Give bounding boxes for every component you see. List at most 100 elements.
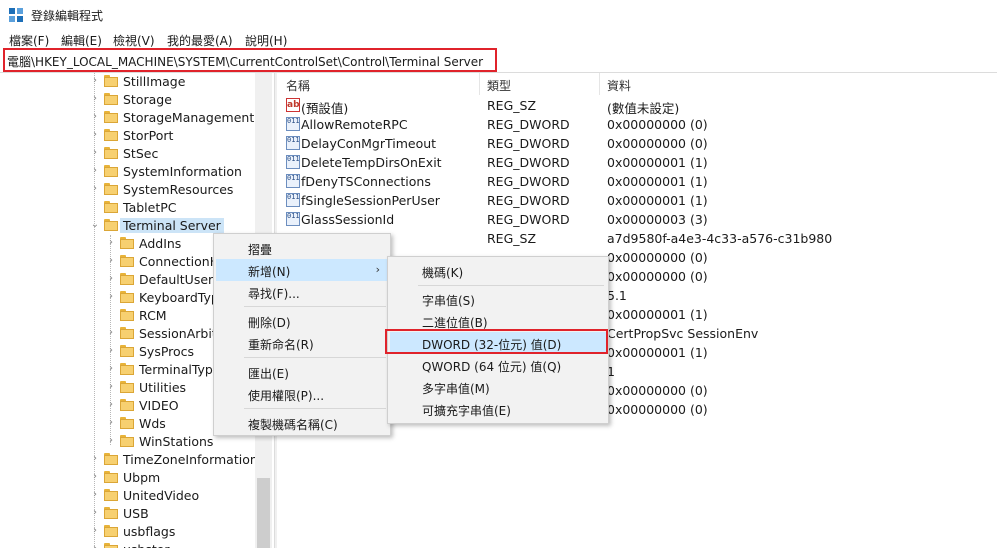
submenu-item-expandable-string-value[interactable]: 可擴充字串值(E) <box>390 398 606 420</box>
submenu-item-key[interactable]: 機碼(K) <box>390 260 606 282</box>
tree-scrollbar-thumb[interactable] <box>257 478 270 548</box>
column-header-name[interactable]: 名稱 <box>286 77 310 94</box>
submenu-item-string-value[interactable]: 字串值(S) <box>390 288 606 310</box>
chevron-right-icon[interactable]: › <box>106 417 116 429</box>
menu-separator <box>244 408 386 409</box>
folder-icon <box>104 543 118 548</box>
chevron-right-icon[interactable]: › <box>90 129 100 141</box>
tree-item-label: TimeZoneInformation <box>123 452 258 467</box>
value-name: DelayConMgrTimeout <box>301 136 437 151</box>
tree-item[interactable]: › StSec <box>93 145 255 163</box>
chevron-right-icon[interactable]: › <box>106 255 116 267</box>
folder-icon <box>104 453 118 465</box>
column-header-data[interactable]: 資料 <box>607 77 631 94</box>
chevron-right-icon[interactable]: › <box>90 543 100 548</box>
folder-icon <box>104 201 118 213</box>
tree-item[interactable]: › usbstor <box>93 541 255 548</box>
value-row[interactable]: 011 110fDenyTSConnections REG_DWORD 0x0000… <box>278 172 997 191</box>
chevron-right-icon[interactable]: › <box>106 291 116 303</box>
menu-item-label: 字串值(S) <box>422 294 475 308</box>
tree-item-label: RCM <box>139 308 167 323</box>
chevron-right-icon[interactable]: › <box>90 453 100 465</box>
chevron-right-icon[interactable]: › <box>106 381 116 393</box>
chevron-right-icon[interactable]: › <box>90 489 100 501</box>
tree-item[interactable]: › StillImage <box>93 73 255 91</box>
value-row[interactable]: 011 110GlassSessionId REG_DWORD 0x00000003… <box>278 210 997 229</box>
tree-item[interactable]: › Ubpm <box>93 469 255 487</box>
folder-icon <box>120 417 134 429</box>
folder-icon <box>120 327 134 339</box>
tree-item[interactable]: › SystemResources <box>93 181 255 199</box>
menu-view[interactable]: 檢視(V) <box>113 32 155 49</box>
tree-item-label: VIDEO <box>139 398 179 413</box>
value-row[interactable]: 011 110DeleteTempDirsOnExit REG_DWORD 0x00… <box>278 153 997 172</box>
submenu-item-qword-value[interactable]: QWORD (64 位元) 值(Q) <box>390 354 606 376</box>
tree-item[interactable]: › SystemInformation <box>93 163 255 181</box>
tree-item-label: StorageManagement <box>123 110 255 125</box>
menu-favorites[interactable]: 我的最愛(A) <box>167 32 233 49</box>
menu-item-rename[interactable]: 重新命名(R) <box>216 332 388 354</box>
tree-item[interactable]: › usbflags <box>93 523 255 541</box>
chevron-right-icon[interactable]: › <box>106 435 116 447</box>
chevron-right-icon[interactable]: › <box>106 327 116 339</box>
menu-file[interactable]: 檔案(F) <box>9 32 49 49</box>
tree-item[interactable]: › Storage <box>93 91 255 109</box>
menu-help[interactable]: 說明(H) <box>245 32 287 49</box>
menu-item-find[interactable]: 尋找(F)... <box>216 281 388 303</box>
menu-item-collapse[interactable]: 摺疊 <box>216 237 388 259</box>
chevron-right-icon[interactable]: › <box>90 111 100 123</box>
value-type: REG_SZ <box>487 231 537 246</box>
value-type: REG_DWORD <box>487 136 570 151</box>
chevron-right-icon[interactable]: › <box>106 273 116 285</box>
value-row[interactable]: 011 110AllowRemoteRPC REG_DWORD 0x00000000… <box>278 115 997 134</box>
chevron-right-icon[interactable]: › <box>90 93 100 105</box>
address-bar[interactable]: 電腦\HKEY_LOCAL_MACHINE\SYSTEM\CurrentCont… <box>3 48 497 72</box>
chevron-right-icon[interactable]: › <box>106 237 116 249</box>
folder-icon <box>120 363 134 375</box>
chevron-right-icon[interactable]: › <box>106 345 116 357</box>
column-divider[interactable] <box>599 73 600 95</box>
tree-item-label: ConnectionH <box>139 254 220 269</box>
folder-icon <box>104 165 118 177</box>
submenu-item-multi-string-value[interactable]: 多字串值(M) <box>390 376 606 398</box>
chevron-right-icon[interactable]: › <box>106 399 116 411</box>
chevron-right-icon[interactable]: › <box>90 165 100 177</box>
tree-item-label: Ubpm <box>123 470 161 485</box>
window-title: 登錄編輯程式 <box>31 9 104 23</box>
column-header-type[interactable]: 類型 <box>487 77 511 94</box>
value-row[interactable]: 011 110DelayConMgrTimeout REG_DWORD 0x0000… <box>278 134 997 153</box>
tree-item-label: usbflags <box>123 524 176 539</box>
chevron-right-icon[interactable]: › <box>90 183 100 195</box>
menu-item-export[interactable]: 匯出(E) <box>216 361 388 383</box>
tree-item-label: SysProcs <box>139 344 195 359</box>
value-row[interactable]: 011 110fSingleSessionPerUser REG_DWORD 0x0… <box>278 191 997 210</box>
chevron-down-icon[interactable]: ⌄ <box>90 219 100 231</box>
chevron-right-icon[interactable]: › <box>90 147 100 159</box>
chevron-right-icon[interactable]: › <box>90 507 100 519</box>
value-row[interactable]: ab (預設值) REG_SZ (數值未設定) <box>278 96 997 116</box>
chevron-right-icon[interactable]: › <box>90 75 100 87</box>
menu-edit[interactable]: 編輯(E) <box>61 32 102 49</box>
menu-bar: 檔案(F) 編輯(E) 檢視(V) 我的最愛(A) 說明(H) <box>0 30 997 50</box>
chevron-right-icon[interactable]: › <box>90 471 100 483</box>
folder-icon <box>104 471 118 483</box>
menu-item-delete[interactable]: 刪除(D) <box>216 310 388 332</box>
tree-item[interactable]: › StorPort <box>93 127 255 145</box>
tree-item[interactable]: › TimeZoneInformation <box>93 451 258 469</box>
tree-item[interactable]: › USB <box>93 505 255 523</box>
tree-item[interactable]: TabletPC <box>104 199 255 217</box>
value-data: 0x00000001 (1) <box>607 345 708 360</box>
menu-item-copy-key-name[interactable]: 複製機碼名稱(C) <box>216 412 388 434</box>
tree-item-label: AddIns <box>139 236 182 251</box>
tree-item[interactable]: › StorageManagement <box>93 109 255 127</box>
menu-item-new[interactable]: 新增(N) › <box>216 259 388 281</box>
folder-icon <box>104 507 118 519</box>
chevron-right-icon[interactable]: › <box>106 363 116 375</box>
folder-icon <box>104 75 118 87</box>
tree-item[interactable]: › UnitedVideo <box>93 487 255 505</box>
tree-item-label: usbstor <box>123 542 170 548</box>
chevron-right-icon[interactable]: › <box>90 525 100 537</box>
menu-item-permissions[interactable]: 使用權限(P)... <box>216 383 388 405</box>
column-divider[interactable] <box>479 73 480 95</box>
tree-item-label: StSec <box>123 146 159 161</box>
